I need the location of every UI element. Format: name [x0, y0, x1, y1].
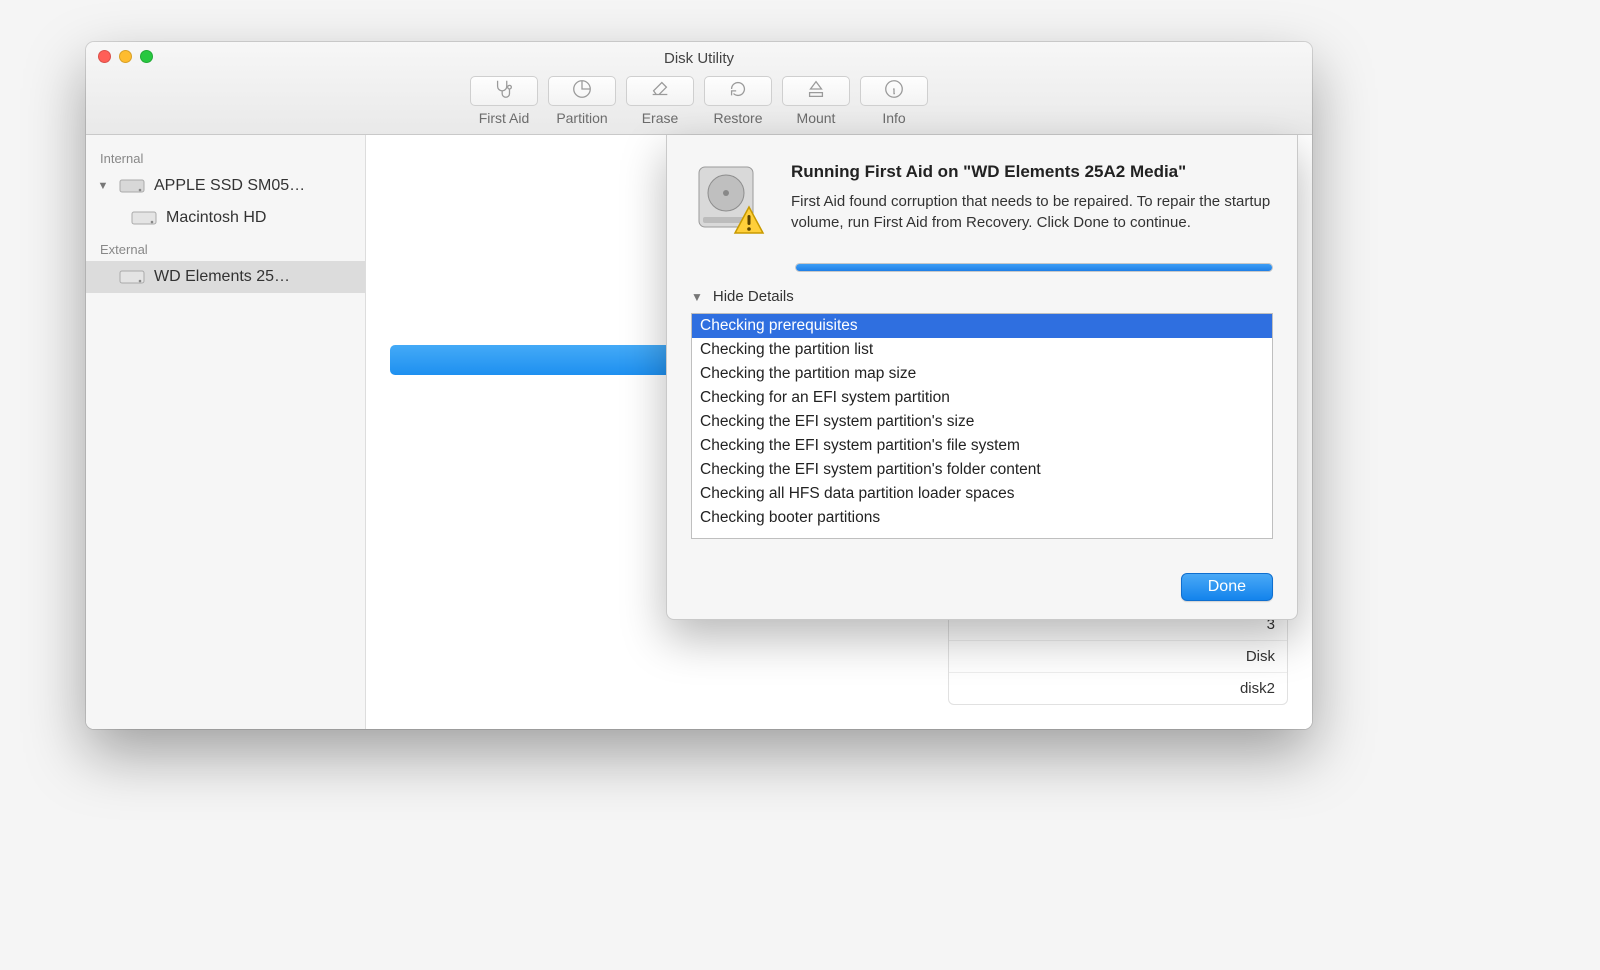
- info-icon: [883, 78, 905, 104]
- zoom-window-button[interactable]: [140, 50, 153, 63]
- log-line[interactable]: Checking the EFI system partition's size: [692, 410, 1272, 434]
- toolbar: First Aid Partition Erase: [86, 70, 1312, 134]
- erase-icon: [649, 78, 671, 104]
- first-aid-progress-bar: [795, 263, 1273, 272]
- done-button[interactable]: Done: [1181, 573, 1273, 601]
- hide-details-toggle[interactable]: ▼ Hide Details: [691, 288, 1273, 305]
- main-content: 1 TB 3 Disk disk2: [366, 135, 1312, 729]
- sidebar-item-label: WD Elements 25…: [154, 268, 290, 286]
- log-line[interactable]: Checking all HFS data partition loader s…: [692, 482, 1272, 506]
- sidebar-item-label: APPLE SSD SM05…: [154, 177, 305, 195]
- details-toggle-label: Hide Details: [713, 288, 794, 305]
- pie-chart-icon: [571, 78, 593, 104]
- mount-button[interactable]: [782, 76, 850, 106]
- internal-disk-icon: [118, 176, 146, 196]
- first-aid-button[interactable]: [470, 76, 538, 106]
- log-line[interactable]: Checking for an EFI system partition: [692, 386, 1272, 410]
- minimize-window-button[interactable]: [119, 50, 132, 63]
- erase-button[interactable]: [626, 76, 694, 106]
- toolbar-label: Erase: [626, 110, 694, 126]
- mount-icon: [805, 78, 827, 104]
- log-line[interactable]: Checking the EFI system partition's file…: [692, 434, 1272, 458]
- sheet-title: Running First Aid on "WD Elements 25A2 M…: [791, 161, 1273, 183]
- first-aid-sheet: Running First Aid on "WD Elements 25A2 M…: [666, 135, 1298, 620]
- restore-icon: [727, 78, 749, 104]
- sidebar-heading-internal: Internal: [86, 143, 365, 170]
- internal-volume-icon: [130, 208, 158, 228]
- toolbar-label: Partition: [548, 110, 616, 126]
- sidebar-item-label: Macintosh HD: [166, 209, 266, 227]
- stethoscope-icon: [493, 78, 515, 104]
- restore-button[interactable]: [704, 76, 772, 106]
- toolbar-label: Info: [860, 110, 928, 126]
- toolbar-label: First Aid: [470, 110, 538, 126]
- window-controls: [98, 50, 153, 63]
- hard-drive-warning-icon: [691, 161, 771, 241]
- partition-button[interactable]: [548, 76, 616, 106]
- toolbar-label: Restore: [704, 110, 772, 126]
- log-line[interactable]: Checking the partition map size: [692, 362, 1272, 386]
- sidebar-item-internal-disk[interactable]: ▼ APPLE SSD SM05…: [86, 170, 365, 202]
- sidebar-heading-external: External: [86, 234, 365, 261]
- disk-utility-window: Disk Utility First Aid Partition: [86, 42, 1312, 729]
- window-title: Disk Utility: [664, 45, 734, 67]
- sidebar: Internal ▼ APPLE SSD SM05… Macintosh HD …: [86, 135, 366, 729]
- log-line[interactable]: Checking the EFI system partition's fold…: [692, 458, 1272, 482]
- sheet-description: First Aid found corruption that needs to…: [791, 191, 1273, 233]
- info-value-type: Disk: [1246, 648, 1275, 665]
- external-disk-icon: [118, 267, 146, 287]
- log-line[interactable]: Checking the partition list: [692, 338, 1272, 362]
- info-value-identifier: disk2: [1240, 680, 1275, 697]
- toolbar-label: Mount: [782, 110, 850, 126]
- log-line[interactable]: Checking booter partitions: [692, 506, 1272, 530]
- sidebar-item-external-disk[interactable]: WD Elements 25…: [86, 261, 365, 293]
- log-line[interactable]: Checking prerequisites: [692, 314, 1272, 338]
- first-aid-log[interactable]: Checking prerequisites Checking the part…: [691, 313, 1273, 539]
- close-window-button[interactable]: [98, 50, 111, 63]
- sidebar-item-internal-volume[interactable]: Macintosh HD: [86, 202, 365, 234]
- chevron-down-icon[interactable]: ▼: [96, 180, 110, 192]
- chevron-down-icon: ▼: [691, 290, 703, 304]
- titlebar: Disk Utility First Aid Partition: [86, 42, 1312, 135]
- info-button[interactable]: [860, 76, 928, 106]
